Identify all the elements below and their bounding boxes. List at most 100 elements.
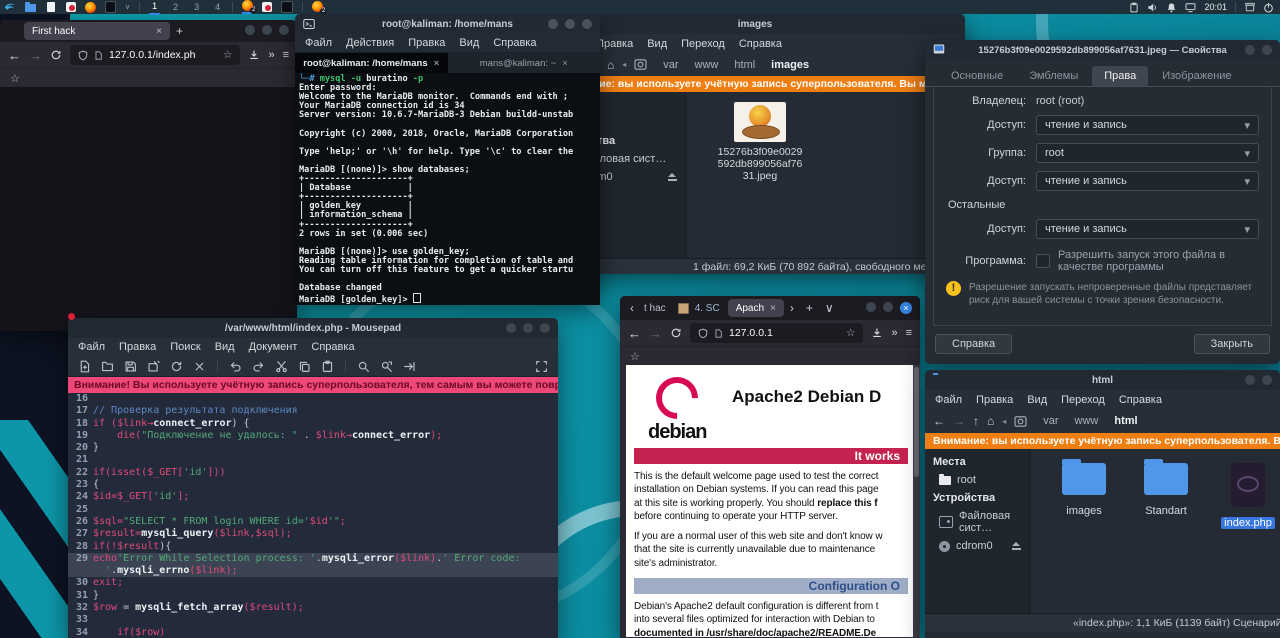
menu-item[interactable]: Документ	[249, 341, 298, 353]
back-button[interactable]: ←	[8, 48, 21, 63]
fullscreen-icon[interactable]	[533, 358, 550, 374]
tab-first-hack[interactable]: t hac	[640, 299, 670, 317]
tab-Изображение[interactable]: Изображение	[1150, 66, 1243, 86]
close-tab-icon[interactable]: ×	[434, 58, 440, 69]
menu-icon[interactable]: ≡	[906, 327, 912, 339]
power-icon[interactable]	[1263, 2, 1274, 13]
menu-item[interactable]: Вид	[215, 341, 235, 353]
extensions-icon[interactable]: »	[891, 327, 897, 339]
import-bookmarks-icon[interactable]: ☆	[630, 350, 640, 363]
terminal-window-button[interactable]	[281, 1, 293, 14]
save-icon[interactable]	[122, 358, 139, 374]
menu-item[interactable]: Действия	[346, 37, 394, 49]
menu-item[interactable]: Справка	[1119, 394, 1162, 406]
breadcrumb-item[interactable]: images	[763, 58, 817, 72]
minimize-button[interactable]	[866, 302, 876, 312]
others-access-select[interactable]: чтение и запись▾	[1036, 219, 1259, 239]
title-bar[interactable]: root@kaliman: /home/mans	[295, 14, 600, 34]
file-item-Standart[interactable]: Standart	[1134, 463, 1198, 531]
close-button[interactable]	[540, 323, 550, 333]
breadcrumb-item[interactable]: var	[655, 58, 686, 72]
workspace-button[interactable]: 2	[170, 1, 181, 14]
code-editor[interactable]: 16 17// Проверка результата подключения1…	[68, 393, 558, 638]
workspace-button[interactable]: 1	[149, 0, 160, 15]
close-tab-icon[interactable]: ×	[156, 26, 162, 37]
menu-item[interactable]: Файл	[305, 37, 332, 49]
crumb-scroll-icon[interactable]: ◂	[1002, 417, 1006, 426]
files-icon[interactable]	[25, 2, 36, 13]
menu-item[interactable]: Правка	[596, 38, 633, 50]
menu-item[interactable]: Вид	[647, 38, 667, 50]
close-button[interactable]	[1262, 375, 1272, 385]
title-bar[interactable]: images	[545, 14, 965, 34]
home-icon[interactable]: ⌂	[987, 414, 994, 428]
menu-item[interactable]: Правка	[119, 341, 156, 353]
media-icon[interactable]	[1014, 416, 1027, 427]
file-list[interactable]: 15276b3f09e0029 592db899056af76 31.jpeg	[686, 92, 965, 258]
file-item-images[interactable]: images	[1052, 463, 1116, 531]
close-tab-icon[interactable]: ×	[770, 303, 776, 314]
terminal-icon[interactable]	[105, 2, 116, 13]
undo-icon[interactable]	[227, 358, 244, 374]
menu-icon[interactable]: ≡	[283, 49, 289, 61]
menu-item[interactable]: Вид	[459, 37, 479, 49]
menu-item[interactable]: Переход	[681, 38, 725, 50]
reload-button[interactable]	[670, 327, 682, 339]
workspace-button[interactable]: 3	[191, 1, 202, 14]
display-icon[interactable]	[1185, 2, 1196, 13]
cut-icon[interactable]	[273, 358, 290, 374]
title-bar[interactable]: /var/www/html/index.php - Mousepad	[68, 318, 558, 338]
chevron-down-icon[interactable]: ∨	[125, 3, 130, 11]
forward-button[interactable]: →	[649, 326, 662, 341]
minimize-button[interactable]	[245, 25, 255, 35]
new-tab-button[interactable]: +	[800, 301, 819, 315]
close-tab-icon[interactable]: ×	[562, 58, 568, 69]
url-bar[interactable]: 127.0.0.1/index.ph ☆	[70, 45, 240, 65]
reload-button[interactable]	[50, 49, 62, 61]
breadcrumb-item[interactable]: var	[1035, 414, 1066, 428]
copy-icon[interactable]	[296, 358, 313, 374]
scroll-tabs-left-icon[interactable]: ‹	[624, 301, 640, 315]
download-icon[interactable]	[248, 49, 260, 61]
title-bar[interactable]: 15276b3f09e0029592db899056af7631.jpeg — …	[925, 40, 1280, 60]
tab-root-session[interactable]: root@kaliman: /home/mans×	[295, 53, 448, 73]
menu-item[interactable]: Справка	[311, 341, 354, 353]
clipboard-icon[interactable]	[1128, 2, 1139, 13]
help-button[interactable]: Справка	[935, 334, 1012, 354]
close-button[interactable]	[1262, 45, 1272, 55]
breadcrumb-item[interactable]: html	[726, 58, 763, 72]
maximize-button[interactable]	[262, 25, 272, 35]
menu-item[interactable]: Файл	[935, 394, 962, 406]
tab-first-hack[interactable]: First hack ×	[24, 22, 170, 40]
menu-item[interactable]: Правка	[408, 37, 445, 49]
bookmark-star-icon[interactable]: ☆	[223, 49, 232, 61]
eject-icon[interactable]	[1012, 542, 1021, 550]
archive-icon[interactable]	[1244, 2, 1255, 13]
tab-user-session[interactable]: mans@kaliman: ~×	[448, 53, 601, 73]
up-icon[interactable]: ↑	[973, 414, 979, 428]
close-icon[interactable]	[191, 358, 208, 374]
tab-Эмблемы[interactable]: Эмблемы	[1017, 66, 1090, 86]
terminal-output[interactable]: └─# mysql -u buratino -pEnter password: …	[295, 73, 600, 305]
breadcrumb-item[interactable]: www	[687, 58, 727, 72]
kali-menu-icon[interactable]	[4, 1, 16, 13]
scrollbar[interactable]	[913, 365, 920, 637]
forward-button[interactable]: →	[29, 48, 42, 63]
tab-Основные[interactable]: Основные	[939, 66, 1015, 86]
extensions-icon[interactable]: »	[268, 49, 274, 61]
download-icon[interactable]	[871, 327, 883, 339]
minimize-button[interactable]	[1245, 45, 1255, 55]
back-button[interactable]: ←	[628, 326, 641, 341]
menu-item[interactable]: Вид	[1027, 394, 1047, 406]
apache-default-page[interactable]: debian Apache2 Debian D It works This is…	[626, 365, 920, 637]
minimize-button[interactable]	[1245, 375, 1255, 385]
minimize-button[interactable]	[548, 19, 558, 29]
menu-item[interactable]: Поиск	[170, 341, 200, 353]
close-button[interactable]	[279, 25, 289, 35]
tab-document[interactable]: 4. SC	[670, 299, 728, 317]
notifications-bell-icon[interactable]	[1166, 2, 1177, 13]
new-tab-button[interactable]: +	[170, 24, 189, 38]
tab-apache[interactable]: Apach ×	[728, 299, 784, 317]
url-bar[interactable]: 127.0.0.1 ☆	[690, 323, 863, 343]
breadcrumb-item[interactable]: www	[1067, 414, 1107, 428]
